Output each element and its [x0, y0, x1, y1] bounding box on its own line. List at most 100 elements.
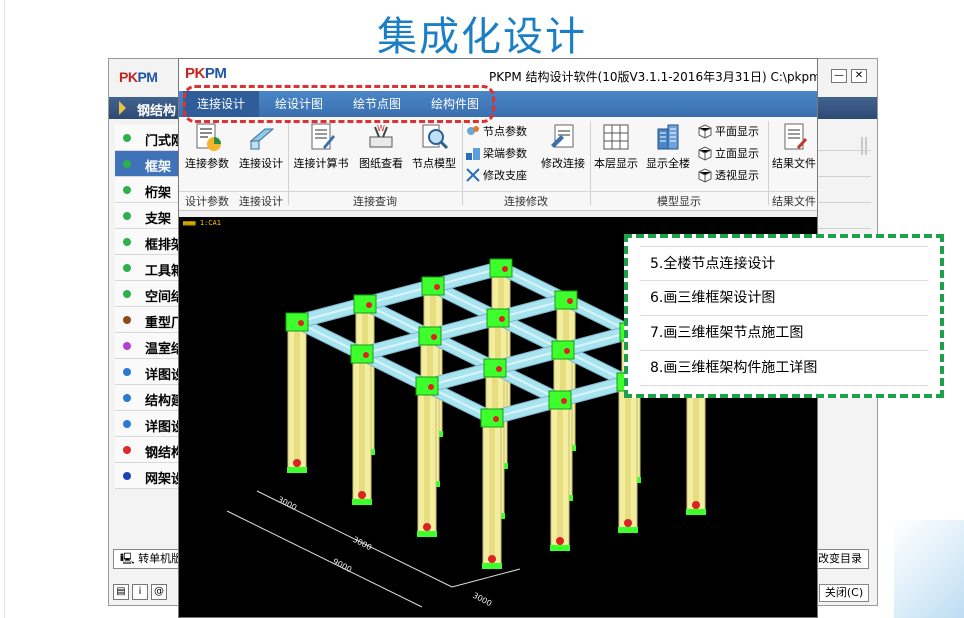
list-item[interactable]: 详图设计 [115, 359, 181, 385]
list-item-label: 重型厂房 [145, 316, 181, 331]
tab-connect-design[interactable]: 连接设计 [183, 91, 260, 117]
list-item[interactable]: 网架设计 [115, 463, 181, 489]
modify-connection-button[interactable]: 修改连接 [537, 121, 589, 171]
app-titlebar: PKPM PKPM 结构设计软件(10版V3.1.1-2016年3月31日) C… [179, 59, 818, 91]
connect-design-button[interactable]: 连接设计 [235, 121, 287, 171]
menu-bar: 连接设计 绘设计图 绘节点图 绘构件图 [179, 91, 817, 117]
node-model-button[interactable]: 节点模型 [407, 121, 461, 171]
list-item[interactable]: 温室结构 [115, 333, 181, 359]
info-icon[interactable]: i [132, 584, 148, 600]
list-item-label: 网架设计 [145, 472, 181, 487]
app-title: PKPM 结构设计软件(10版V3.1.1-2016年3月31日) C:\pkp… [489, 70, 818, 84]
status-dot-icon [123, 212, 131, 220]
dimension-label: 3000 [276, 495, 298, 513]
beam-end-params-button[interactable]: 梁端参数 [465, 145, 527, 161]
list-item-label: 支架 [145, 212, 172, 227]
connection-node [350, 344, 374, 364]
list-item[interactable]: 详图设计 [115, 411, 181, 437]
status-dot-icon [123, 238, 131, 246]
slide-decoration [894, 520, 964, 618]
node-icon [467, 126, 479, 135]
list-item[interactable]: 框架 [115, 151, 181, 177]
cube-icon [698, 168, 712, 183]
svg-text:W: W [377, 124, 385, 133]
column-base-plate [692, 501, 700, 509]
list-item[interactable]: 支架 [115, 203, 181, 229]
feature-callout: 5.全楼节点连接设计 6.画三维框架设计图 7.画三维框架节点施工图 8.画三维… [624, 234, 944, 398]
connection-node [551, 340, 575, 360]
change-directory-button[interactable]: 改变目录 [811, 549, 869, 569]
column-base [287, 467, 307, 473]
drawing-view-button[interactable]: W 图纸查看 [355, 121, 407, 171]
result-file-button[interactable]: 结果文件 [769, 121, 817, 171]
column-base [550, 545, 570, 551]
slide-edge-line [4, 0, 5, 618]
node-params-button[interactable]: 节点参数 [465, 123, 527, 139]
status-dot-icon [123, 342, 131, 350]
modify-connection-icon [551, 124, 574, 148]
tab-member-drawing[interactable]: 绘构件图 [417, 91, 493, 117]
tab-node-drawing[interactable]: 绘节点图 [339, 91, 415, 117]
node-bolt [561, 398, 567, 404]
floor-display-button[interactable]: 本层显示 [591, 121, 641, 171]
column-base [686, 509, 706, 515]
plan-display-button[interactable]: 平面显示 [697, 123, 759, 139]
elevation-display-button[interactable]: 立面显示 [697, 145, 759, 161]
beam-connect-icon [249, 128, 275, 150]
node-bolt [493, 416, 499, 422]
group-connect-modify: 连接修改 [504, 195, 548, 208]
list-item-label: 温室结构 [145, 342, 181, 357]
module-list: 门式刚架框架桁架支架框排架工具箱空间结构重型厂房温室结构详图设计结构建模详图设计… [115, 125, 181, 489]
edit-document-icon [311, 123, 335, 150]
column-web [359, 353, 365, 503]
at-icon[interactable]: @ [151, 584, 167, 600]
dimension-label: 3000 [351, 535, 373, 553]
list-item[interactable]: 钢结构 [115, 437, 181, 463]
modify-support-button[interactable]: 修改支座 [465, 167, 527, 183]
list-item-label: 桁架 [145, 186, 172, 201]
status-dot-icon [123, 290, 131, 298]
callout-item: 8.画三维框架构件施工详图 [640, 351, 928, 386]
perspective-display-button[interactable]: 透视显示 [697, 167, 759, 183]
cube-icon [698, 146, 712, 161]
result-file-icon [784, 123, 808, 150]
dimension-line [451, 568, 521, 588]
connection-node [421, 276, 445, 296]
status-dot-icon [123, 160, 131, 168]
close-icon[interactable]: ✕ [851, 69, 867, 83]
column-base [618, 527, 638, 533]
connection-node [480, 408, 504, 428]
list-item-label: 钢结构 [145, 446, 181, 461]
status-dot-icon [123, 394, 131, 402]
list-item[interactable]: 空间结构 [115, 281, 181, 307]
callout-item: 6.画三维框架设计图 [640, 281, 928, 316]
close-button[interactable]: 关闭(C) [819, 584, 869, 602]
tab-design-drawing[interactable]: 绘设计图 [261, 91, 337, 117]
connection-node [548, 390, 572, 410]
column-base [482, 563, 502, 569]
dimension-label: 9000 [331, 557, 353, 575]
app-logo: PKPM [185, 65, 227, 82]
node-bolt [567, 298, 573, 304]
list-item[interactable]: 门式刚架 [115, 125, 181, 151]
connection-node [285, 312, 309, 332]
list-item-label: 门式刚架 [145, 134, 181, 149]
connection-node [486, 308, 510, 328]
minimize-icon[interactable]: — [831, 69, 847, 83]
grid-icon[interactable]: ▤ [113, 584, 129, 600]
list-item[interactable]: 框排架 [115, 229, 181, 255]
connection-node [489, 258, 513, 278]
list-item-label: 详图设计 [145, 420, 181, 435]
status-dot-icon [123, 446, 131, 454]
chevron-right-icon [119, 101, 126, 115]
status-dot-icon [123, 420, 131, 428]
column-web [294, 321, 300, 471]
list-item[interactable]: 结构建模 [115, 385, 181, 411]
list-item[interactable]: 重型厂房 [115, 307, 181, 333]
show-all-floors-button[interactable]: 显示全楼 [641, 121, 695, 171]
calc-book-button[interactable]: 连接计算书 [289, 121, 353, 171]
connect-params-button[interactable]: 连接参数 [181, 121, 233, 171]
list-item[interactable]: 工具箱 [115, 255, 181, 281]
group-connect-design: 连接设计 [239, 195, 283, 208]
list-item[interactable]: 桁架 [115, 177, 181, 203]
